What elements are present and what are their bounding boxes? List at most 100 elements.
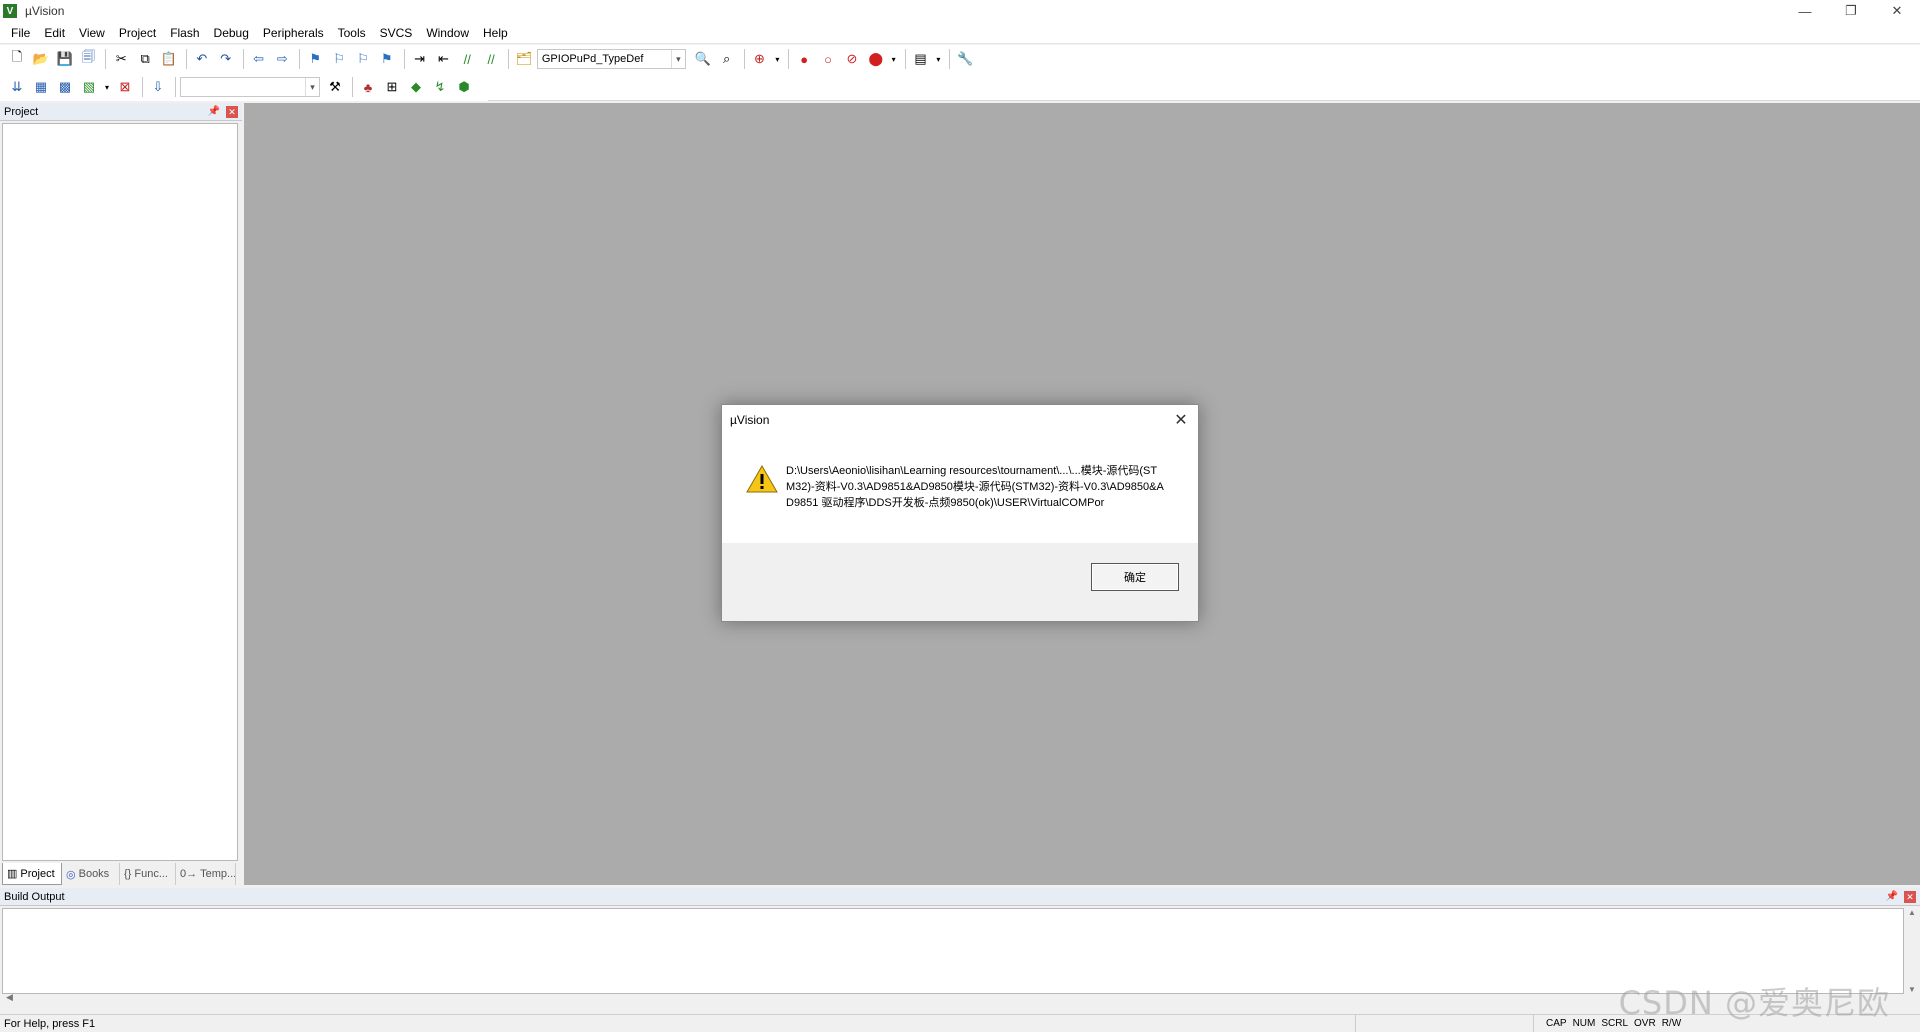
target-select[interactable]: ▾ — [180, 77, 320, 97]
open-folder-icon[interactable]: 📂 — [30, 48, 52, 70]
restore-button[interactable]: ❐ — [1828, 0, 1874, 22]
window-layout-icon[interactable]: ▤ — [910, 48, 932, 70]
manage-run-time-environment-icon[interactable]: ◆ — [405, 76, 427, 98]
select-software-packs-icon[interactable]: ↯ — [429, 76, 451, 98]
menu-file[interactable]: File — [4, 22, 37, 44]
minimize-button[interactable]: — — [1782, 0, 1828, 22]
bookmark-toggle-icon[interactable]: ⚑ — [304, 48, 326, 70]
menu-edit[interactable]: Edit — [37, 22, 72, 44]
menu-svcs[interactable]: SVCS — [373, 22, 420, 44]
breakpoint-insert-icon[interactable]: ● — [793, 48, 815, 70]
uncomment-icon[interactable]: // — [480, 48, 502, 70]
project-panel-tabs: ▥ Project ◎ Books {} Func... 0→ Temp... — [2, 863, 240, 885]
bookmark-clear-icon[interactable]: ⚑ — [376, 48, 398, 70]
menu-window[interactable]: Window — [419, 22, 476, 44]
indent-icon[interactable]: ⇥ — [409, 48, 431, 70]
save-icon[interactable]: 💾 — [54, 48, 76, 70]
tab-books[interactable]: ◎ Books — [62, 863, 120, 885]
tab-project[interactable]: ▥ Project — [2, 863, 62, 885]
close-icon[interactable]: ✕ — [1170, 409, 1192, 431]
menu-peripherals[interactable]: Peripherals — [256, 22, 331, 44]
bookmark-previous-icon[interactable]: ⚐ — [328, 48, 350, 70]
translate-icon[interactable]: ⇊ — [6, 76, 28, 98]
status-cell — [1356, 1014, 1534, 1032]
dropdown-arrow-icon[interactable]: ▾ — [102, 76, 112, 98]
build-icon[interactable]: ▦ — [30, 76, 52, 98]
download-load-icon[interactable]: ⇩ — [147, 76, 169, 98]
message-dialog: µVision ✕ D:\Users\Aeonio\lisihan\Learni… — [721, 404, 1199, 622]
save-all-icon[interactable]: 🗐 — [78, 48, 100, 70]
find-combo-value: GPIOPuPd_TypeDef — [541, 53, 644, 65]
breakpoint-kill-all-icon[interactable]: ⬤ — [865, 48, 887, 70]
manage-multi-project-icon[interactable]: ⊞ — [381, 76, 403, 98]
batch-build-icon[interactable]: ▧ — [78, 76, 100, 98]
pin-icon[interactable]: 📌 — [1886, 891, 1898, 902]
chevron-down-icon[interactable]: ▾ — [670, 50, 685, 68]
tab-templates-label: Temp... — [200, 868, 236, 880]
dialog-title-bar: µVision ✕ — [722, 405, 1198, 435]
menu-project[interactable]: Project — [112, 22, 163, 44]
menu-tools[interactable]: Tools — [331, 22, 373, 44]
find-combo[interactable]: GPIOPuPd_TypeDef ▾ — [536, 49, 686, 69]
project-tree[interactable] — [2, 123, 238, 861]
functions-icon: {} — [124, 868, 132, 880]
manage-project-items-icon[interactable]: ♣ — [357, 76, 379, 98]
build-toolbar: ⇊ ▦ ▩ ▧ ▾ ⊠ ⇩ ▾ ⚒ ♣ ⊞ ◆ ↯ ⬢ — [0, 73, 488, 101]
stop-build-icon[interactable]: ⊠ — [114, 76, 136, 98]
close-panel-icon[interactable]: ✕ — [226, 106, 238, 118]
pin-icon[interactable]: 📌 — [208, 106, 220, 117]
breakpoint-disable-icon[interactable]: ○ — [817, 48, 839, 70]
dropdown-arrow-icon[interactable]: ▾ — [889, 48, 899, 70]
uvision-app-icon: V — [3, 4, 17, 18]
toolbar-separator — [242, 49, 244, 69]
dialog-title: µVision — [730, 413, 770, 427]
ok-button[interactable]: 确定 — [1091, 563, 1179, 591]
scroll-up-icon[interactable]: ▲ — [1908, 908, 1916, 917]
incremental-find-icon[interactable]: ⌕ — [716, 48, 738, 70]
window-title: µVision — [25, 4, 65, 18]
find-in-files-icon[interactable]: 🗂 — [513, 48, 535, 70]
project-icon: ▥ — [7, 868, 18, 880]
dropdown-arrow-icon[interactable]: ▾ — [933, 48, 943, 70]
copy-icon[interactable]: ⧉ — [134, 48, 156, 70]
toolbar-separator — [743, 49, 745, 69]
toolbar-separator — [142, 77, 143, 97]
toolbar-separator — [105, 49, 107, 69]
toolbar-separator — [949, 49, 951, 69]
dialog-footer: 确定 — [722, 543, 1198, 621]
bookmark-next-icon[interactable]: ⚐ — [352, 48, 374, 70]
navigate-back-icon[interactable]: ⇦ — [248, 48, 270, 70]
menu-help[interactable]: Help — [476, 22, 515, 44]
project-panel: Project 📌 ✕ ▥ Project ◎ Books {} Func...… — [0, 103, 242, 885]
redo-icon[interactable]: ↷ — [215, 48, 237, 70]
navigate-forward-icon[interactable]: ⇨ — [271, 48, 293, 70]
vertical-scrollbar[interactable]: ▲ ▼ — [1904, 908, 1920, 994]
toolbar-separator — [175, 77, 176, 97]
comment-icon[interactable]: // — [456, 48, 478, 70]
new-file-icon[interactable]: 🗋 — [6, 48, 28, 70]
tab-functions[interactable]: {} Func... — [120, 863, 176, 885]
dropdown-arrow-icon[interactable]: ▾ — [772, 48, 782, 70]
close-window-button[interactable]: ✕ — [1874, 0, 1920, 22]
menu-flash[interactable]: Flash — [163, 22, 206, 44]
find-icon[interactable]: 🔍 — [692, 48, 714, 70]
paste-icon[interactable]: 📋 — [158, 48, 180, 70]
scroll-down-icon[interactable]: ▼ — [1908, 985, 1916, 994]
tab-project-label: Project — [20, 867, 55, 880]
unindent-icon[interactable]: ⇤ — [433, 48, 455, 70]
menu-view[interactable]: View — [72, 22, 112, 44]
target-options-icon[interactable]: ⚒ — [324, 76, 346, 98]
debug-session-icon[interactable]: ⊕ — [749, 48, 771, 70]
scroll-left-icon[interactable]: ◀ — [6, 992, 13, 1003]
pack-installer-icon[interactable]: ⬢ — [453, 76, 475, 98]
project-panel-title: Project — [4, 105, 39, 118]
chevron-down-icon[interactable]: ▾ — [305, 78, 319, 96]
configure-wrench-icon[interactable]: 🔧 — [954, 48, 976, 70]
undo-icon[interactable]: ↶ — [191, 48, 213, 70]
tab-templates[interactable]: 0→ Temp... — [176, 863, 236, 885]
menu-debug[interactable]: Debug — [207, 22, 256, 44]
close-panel-icon[interactable]: ✕ — [1904, 891, 1916, 903]
rebuild-icon[interactable]: ▩ — [54, 76, 76, 98]
cut-icon[interactable]: ✂ — [110, 48, 132, 70]
breakpoint-disable-all-icon[interactable]: ⊘ — [841, 48, 863, 70]
